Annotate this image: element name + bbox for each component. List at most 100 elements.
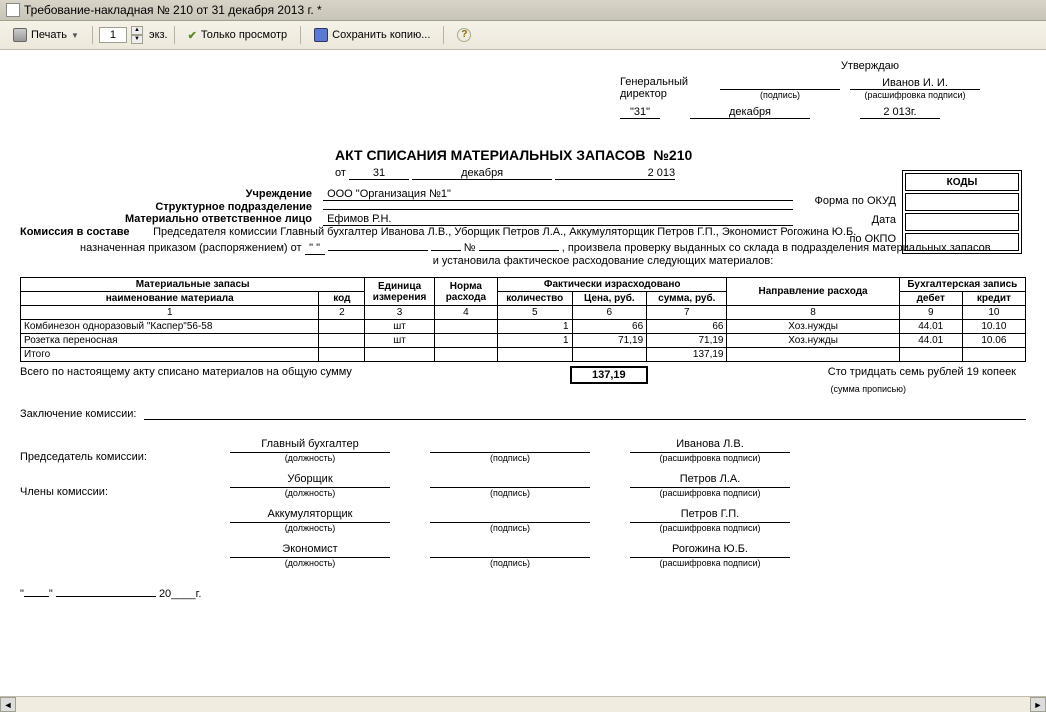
th-acct: Бухгалтерская запись bbox=[899, 278, 1025, 292]
window-title: Требование-накладная № 210 от 31 декабря… bbox=[24, 3, 322, 17]
help-icon: ? bbox=[457, 28, 471, 42]
materials-table: Материальные запасы Единица измерения Но… bbox=[20, 277, 1026, 362]
copies-label: экз. bbox=[149, 29, 168, 41]
document-title-row: АКТ СПИСАНИЯ МАТЕРИАЛЬНЫХ ЗАПАСОВ №210 bbox=[20, 147, 1026, 163]
approver-name: Иванов И. И. bbox=[850, 77, 980, 90]
order-no-label: № bbox=[464, 242, 476, 254]
col-numbers-row: 12345678910 bbox=[21, 306, 1026, 320]
okpo-value bbox=[905, 233, 1019, 251]
order-no bbox=[479, 250, 559, 251]
th-norma: Норма расхода bbox=[434, 278, 497, 306]
chevron-down-icon: ▼ bbox=[71, 31, 79, 40]
window-titlebar: Требование-накладная № 210 от 31 декабря… bbox=[0, 0, 1046, 21]
separator bbox=[443, 26, 444, 44]
th-kod: код bbox=[319, 292, 365, 306]
approve-month: декабря bbox=[690, 106, 810, 119]
mol-value: Ефимов Р.Н. bbox=[323, 213, 793, 226]
th-sum: сумма, руб. bbox=[647, 292, 727, 306]
document-page: Утверждаю Генеральный директор (подпись)… bbox=[0, 50, 1046, 690]
total-row: Итого137,19 bbox=[21, 348, 1026, 362]
codes-block: КОДЫ bbox=[902, 170, 1022, 254]
spin-down-icon[interactable]: ▼ bbox=[131, 35, 143, 44]
document-date-row: от 31 декабря 2 013 bbox=[20, 167, 1026, 180]
copies-input[interactable] bbox=[99, 27, 127, 43]
check-icon: ✔ bbox=[188, 29, 197, 42]
summary-text: Всего по настоящему акту списано материа… bbox=[20, 366, 570, 384]
codes-table: КОДЫ bbox=[902, 170, 1022, 254]
th-fact: Фактически израсходовано bbox=[497, 278, 727, 292]
okpo-label: по ОКПО bbox=[815, 230, 897, 249]
save-copy-label: Сохранить копию... bbox=[332, 29, 430, 41]
sign-sig bbox=[430, 438, 590, 453]
approve-day: "31" bbox=[620, 106, 660, 119]
commission-label: Комиссия в составе bbox=[20, 226, 150, 238]
th-debet: дебет bbox=[899, 292, 962, 306]
table-row: Розетка переноснаяшт171,1971,19Хоз.нужды… bbox=[21, 334, 1026, 348]
scroll-right-icon[interactable]: ► bbox=[1030, 697, 1046, 712]
th-naim: наименование материала bbox=[21, 292, 319, 306]
date-ot: от bbox=[335, 167, 346, 179]
document-title: АКТ СПИСАНИЯ МАТЕРИАЛЬНЫХ ЗАПАСОВ bbox=[335, 147, 646, 163]
approve-year: 2 013г. bbox=[860, 106, 940, 119]
sign-name: Иванова Л.В. bbox=[630, 438, 790, 453]
subdiv-value bbox=[323, 209, 793, 210]
save-copy-button[interactable]: Сохранить копию... bbox=[307, 25, 437, 45]
date-code-label: Дата bbox=[815, 211, 897, 230]
codes-labels: Форма по ОКУД Дата по ОКПО bbox=[815, 192, 897, 249]
copies-spinner[interactable]: ▲ ▼ bbox=[131, 26, 143, 44]
document-number: №210 bbox=[653, 147, 692, 163]
date-value bbox=[905, 213, 1019, 231]
approver-position-label: Генеральный директор bbox=[620, 76, 710, 100]
approve-heading: Утверждаю bbox=[620, 60, 980, 72]
approver-sign-cap: (подпись) bbox=[760, 90, 800, 100]
org-value: ООО "Организация №1" bbox=[323, 188, 793, 201]
help-button[interactable]: ? bbox=[450, 25, 478, 45]
order-year bbox=[431, 250, 461, 251]
signatures-block: Председатель комиссии: Главный бухгалтер… bbox=[20, 438, 1026, 568]
separator bbox=[92, 26, 93, 44]
horizontal-scrollbar[interactable]: ◄ ► bbox=[0, 696, 1046, 712]
th-kredit: кредит bbox=[962, 292, 1025, 306]
doc-icon bbox=[6, 3, 20, 17]
scroll-left-icon[interactable]: ◄ bbox=[0, 697, 16, 712]
th-matzap: Материальные запасы bbox=[21, 278, 365, 292]
date-day: 31 bbox=[349, 167, 409, 180]
chairman-label: Председатель комиссии: bbox=[20, 451, 190, 463]
separator bbox=[174, 26, 175, 44]
org-label: Учреждение bbox=[20, 188, 320, 200]
codes-header: КОДЫ bbox=[905, 173, 1019, 191]
date-month: декабря bbox=[412, 167, 552, 180]
summary-total: 137,19 bbox=[570, 366, 648, 384]
sign-pos: Главный бухгалтер bbox=[230, 438, 390, 453]
order-month bbox=[328, 250, 428, 251]
date-year: 2 013 bbox=[555, 167, 675, 180]
approver-name-cap: (расшифровка подписи) bbox=[865, 90, 966, 100]
summary-words: Сто тридцать семь рублей 19 копеек bbox=[648, 366, 1026, 384]
members-label: Члены комиссии: bbox=[20, 486, 190, 498]
table-row: Комбинезон одноразовый "Каспер"56-58шт16… bbox=[21, 320, 1026, 334]
footer-date: "" 20____г. bbox=[20, 588, 1026, 600]
th-unit: Единица измерения bbox=[365, 278, 434, 306]
order-text: назначенная приказом (распоряжением) от bbox=[80, 242, 302, 254]
view-only-label: Только просмотр bbox=[201, 29, 287, 41]
print-icon bbox=[13, 28, 27, 42]
th-price: Цена, руб. bbox=[572, 292, 647, 306]
okud-label: Форма по ОКУД bbox=[815, 192, 897, 211]
th-dir: Направление расхода bbox=[727, 278, 899, 306]
print-label: Печать bbox=[31, 29, 67, 41]
conclusion-label: Заключение комиссии: bbox=[20, 408, 136, 420]
separator bbox=[300, 26, 301, 44]
conclusion-line bbox=[144, 419, 1026, 420]
spin-up-icon[interactable]: ▲ bbox=[131, 26, 143, 35]
okud-value bbox=[905, 193, 1019, 211]
approve-block: Утверждаю Генеральный директор (подпись)… bbox=[620, 60, 1026, 119]
order-tail2: и установила фактическое расходование сл… bbox=[20, 255, 1026, 267]
toolbar: Печать ▼ ▲ ▼ экз. ✔ Только просмотр Сохр… bbox=[0, 21, 1046, 50]
scroll-track[interactable] bbox=[16, 697, 1030, 712]
summary-words-cap: (сумма прописью) bbox=[20, 384, 1026, 394]
mol-label: Материально ответственное лицо bbox=[20, 213, 320, 225]
view-only-button[interactable]: ✔ Только просмотр bbox=[181, 26, 295, 45]
summary-row: Всего по настоящему акту списано материа… bbox=[20, 366, 1026, 384]
print-button[interactable]: Печать ▼ bbox=[6, 25, 86, 45]
th-qty: количество bbox=[497, 292, 572, 306]
